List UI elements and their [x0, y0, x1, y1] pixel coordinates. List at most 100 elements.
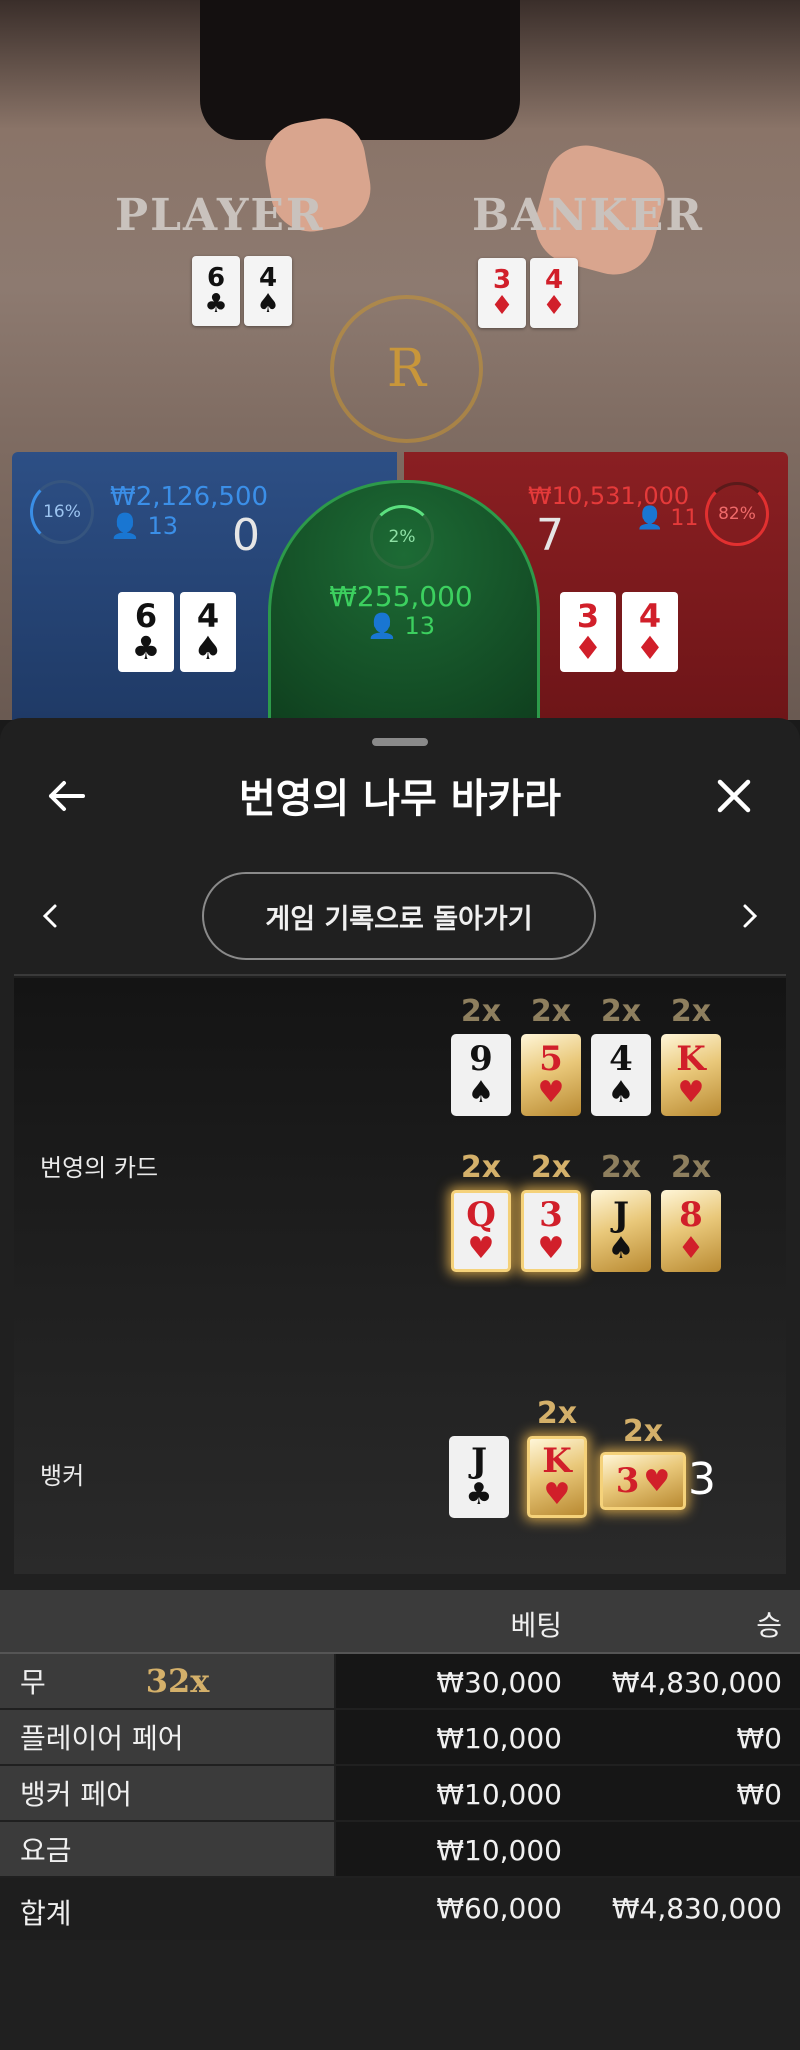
player-card: 6 ♣ [118, 592, 174, 672]
user-icon: 👤 [636, 506, 664, 531]
row-label: 플레이어 페어 [20, 1722, 184, 1755]
player-percent-ring: 16% [30, 480, 94, 544]
win-value: ₩0 [736, 1722, 783, 1755]
row-values-cell: ₩10,000 ₩0 [336, 1710, 800, 1764]
total-win: ₩4,830,000 [611, 1892, 782, 1925]
prosperity-card-slot: 2x K ♥ [656, 994, 726, 1116]
back-to-history-button[interactable]: 게임 기록으로 돌아가기 [202, 872, 596, 960]
tie-percent-ring: 2% [370, 505, 434, 569]
dealer [200, 0, 520, 140]
row-values-cell: ₩10,000 ₩0 [336, 1766, 800, 1820]
prosperity-cards-label: 번영의 카드 [40, 1154, 159, 1182]
bet-value: ₩10,000 [436, 1834, 562, 1867]
bet-column-header: 베팅 [510, 1609, 562, 1642]
win-column-header: 승 [756, 1609, 782, 1642]
row-label-cell: 플레이어 페어 [0, 1710, 334, 1764]
player-cards: 6 ♣ 4 ♠ [118, 592, 236, 672]
playing-card: K ♥ [527, 1436, 587, 1518]
table-card: 3 ♦ [478, 258, 526, 328]
table-card: 4 ♠ [244, 256, 292, 326]
drag-handle[interactable] [372, 738, 428, 746]
multiplier-label: 2x [600, 1150, 642, 1185]
results-row: 플레이어 페어 ₩10,000 ₩0 [0, 1710, 800, 1764]
banker-hand-card-slot: J ♣ [444, 1396, 514, 1518]
table-card: 4 ♦ [530, 258, 578, 328]
next-round-button[interactable] [730, 890, 770, 942]
banker-hand-label: 뱅커 [40, 1462, 85, 1490]
table-player-cards: 6 ♣ 4 ♠ [192, 256, 292, 326]
row-label: 무 [20, 1666, 46, 1699]
row-label: 뱅커 페어 [20, 1778, 132, 1811]
results-row: 뱅커 페어 ₩10,000 ₩0 [0, 1766, 800, 1820]
win-value: ₩4,830,000 [611, 1666, 782, 1699]
prosperity-card-slot: 2x 9 ♠ [446, 994, 516, 1116]
tie-bet-count: 👤 13 [366, 612, 436, 640]
playing-card: K ♥ [661, 1034, 721, 1116]
prosperity-card-slot: 2x 5 ♥ [516, 994, 586, 1116]
table-player-text: PLAYER [115, 190, 325, 241]
total-bet: ₩60,000 [436, 1892, 562, 1925]
banker-cards: 3 ♦ 4 ♦ [560, 592, 678, 672]
multiplier-label: 2x [460, 1150, 502, 1185]
multiplier-label: 2x [622, 1414, 664, 1449]
playing-card: 4 ♠ [591, 1034, 651, 1116]
player-card: 4 ♠ [180, 592, 236, 672]
table-banker-text: BANKER [472, 190, 704, 241]
prosperity-row: 2x 9 ♠ 2x 5 ♥ 2x 4 ♠ 2x K ♥ [446, 994, 726, 1116]
table-card: 6 ♣ [192, 256, 240, 326]
banker-hand-card-slot: 2x 3 ♥ [600, 1414, 686, 1518]
previous-round-button[interactable] [30, 890, 70, 942]
playing-card: 8 ♦ [661, 1190, 721, 1272]
multiplier-label: 2x [536, 1396, 578, 1431]
row-values-cell: ₩10,000 [336, 1822, 800, 1876]
prosperity-card-slot: 2x J ♠ [586, 1150, 656, 1272]
table-banker-cards: 3 ♦ 4 ♦ [478, 258, 578, 328]
player-score: 0 [232, 510, 260, 561]
playing-card: 3 ♥ [600, 1452, 686, 1510]
player-bet-count: 👤 13 [110, 512, 179, 540]
playing-card: J ♣ [449, 1436, 509, 1518]
multiplier-label: 2x [530, 1150, 572, 1185]
banker-card: 3 ♦ [560, 592, 616, 672]
multiplier-label: 2x [600, 994, 642, 1029]
tie-bet-amount: ₩255,000 [329, 580, 473, 613]
row-label-cell: 무 32x [0, 1654, 334, 1708]
player-bet-amount: ₩2,126,500 [110, 482, 269, 512]
multiplier-label: 2x [670, 1150, 712, 1185]
playing-card: 5 ♥ [521, 1034, 581, 1116]
chevron-right-icon [743, 904, 758, 928]
results-row: 요금 ₩10,000 [0, 1822, 800, 1876]
results-header: 베팅 승 [0, 1590, 800, 1652]
prosperity-card-slot: 2x 4 ♠ [586, 994, 656, 1116]
banker-hand-score: 3 [688, 1454, 716, 1505]
bet-value: ₩10,000 [436, 1722, 562, 1755]
playing-card: 9 ♠ [451, 1034, 511, 1116]
banker-bet-count: 👤 11 [636, 506, 699, 531]
close-icon [717, 779, 751, 813]
total-label: 합계 [20, 1897, 72, 1930]
banker-hand-card-slot: 2x K ♥ [522, 1396, 592, 1518]
multiplier-label: 2x [530, 994, 572, 1029]
playing-card: Q ♥ [451, 1190, 511, 1272]
close-button[interactable] [704, 766, 764, 826]
divider [14, 974, 786, 976]
playing-card: 3 ♥ [521, 1190, 581, 1272]
multiplier-label [444, 1396, 514, 1436]
results-row: 무 32x ₩30,000 ₩4,830,000 [0, 1654, 800, 1708]
user-icon: 👤 [366, 612, 397, 640]
row-label-cell: 뱅커 페어 [0, 1766, 334, 1820]
prosperity-card-slot: 2x 3 ♥ [516, 1150, 586, 1272]
banker-card: 4 ♦ [622, 592, 678, 672]
win-value: ₩0 [736, 1778, 783, 1811]
row-label: 요금 [20, 1834, 72, 1867]
prosperity-card-slot: 2x Q ♥ [446, 1150, 516, 1272]
prosperity-row: 2x Q ♥ 2x 3 ♥ 2x J ♠ 2x 8 ♦ [446, 1150, 726, 1272]
user-icon: 👤 [110, 512, 140, 540]
row-values-cell: ₩30,000 ₩4,830,000 [336, 1654, 800, 1708]
table-logo: R [330, 295, 483, 443]
prosperity-card-slot: 2x 8 ♦ [656, 1150, 726, 1272]
multiplier-label: 2x [460, 994, 502, 1029]
sheet-title: 번영의 나무 바카라 [238, 776, 562, 822]
banker-percent-ring: 82% [705, 482, 769, 546]
multiplier-label: 2x [670, 994, 712, 1029]
